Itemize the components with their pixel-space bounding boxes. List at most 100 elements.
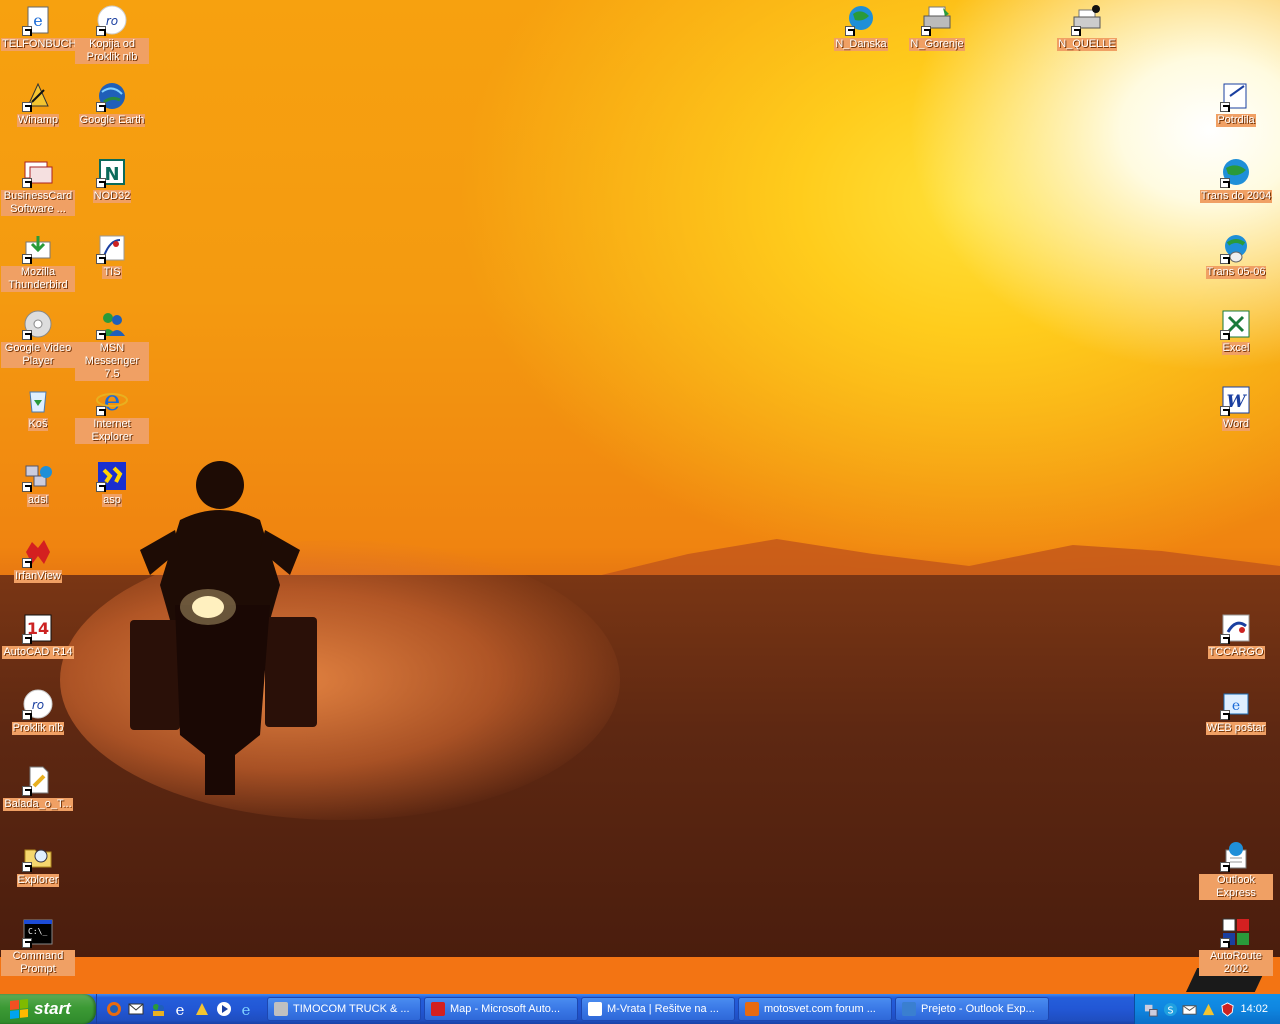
desktop-icon-autocad-r14[interactable]: 14 AutoCAD R14 [0, 610, 76, 659]
autocad-icon: 14 [22, 612, 54, 644]
clock[interactable]: 14:02 [1240, 1003, 1268, 1015]
tray-mail-icon[interactable] [1181, 1001, 1197, 1017]
svg-text:e: e [1232, 698, 1240, 714]
taskbar-button[interactable]: M-Vrata | Rešitve na ... [581, 997, 735, 1021]
desktop-icon-trans-05-06[interactable]: Trans 05-06 [1198, 230, 1274, 279]
shortcut-arrow-icon [1220, 634, 1230, 644]
desktop-icon-potrdila[interactable]: Potrdila [1198, 78, 1274, 127]
desktop-icon-kopija-od-proklik-nlb[interactable]: ro Kopija od Proklik nlb [74, 2, 150, 64]
network-globe-icon [845, 4, 877, 36]
shortcut-arrow-icon [22, 330, 32, 340]
shortcut-arrow-icon [22, 938, 32, 948]
taskbar-button[interactable]: Prejeto - Outlook Exp... [895, 997, 1049, 1021]
nod32-icon: N [96, 156, 128, 188]
desktop-icon-tis[interactable]: TIS [74, 230, 150, 279]
desktop-icon-proklik-nlb[interactable]: ro Proklik nlb [0, 686, 76, 735]
tray-network-icon[interactable] [1143, 1001, 1159, 1017]
proklik-icon: ro [22, 688, 54, 720]
shortcut-arrow-icon [921, 26, 931, 36]
desktop-icon-nod32[interactable]: N NOD32 [74, 154, 150, 203]
desktop-icon-explorer[interactable]: Explorer [0, 838, 76, 887]
excel-icon [1220, 308, 1252, 340]
taskbar-button[interactable]: TIMOCOM TRUCK & ... [267, 997, 421, 1021]
desktop-icon-excel[interactable]: Excel [1198, 306, 1274, 355]
google-earth-icon [96, 80, 128, 112]
wallpaper-motorcycle-rider [130, 461, 317, 795]
desktop-icon-irfanview[interactable]: IrfanView [0, 534, 76, 583]
desktop[interactable]: e TELFONBUCH ro Kopija od Proklik nlb Winamp… [0, 0, 1280, 994]
quick-launch-outlook-icon[interactable] [127, 1000, 145, 1018]
globe-icon [1220, 156, 1252, 188]
desktop-icon-label: N_QUELLE [1057, 38, 1117, 51]
shortcut-arrow-icon [96, 406, 106, 416]
taskbar-button[interactable]: motosvet.com forum ... [738, 997, 892, 1021]
tray-skype-icon[interactable]: S [1162, 1001, 1178, 1017]
desktop-icon-telfonbuch[interactable]: e TELFONBUCH [0, 2, 77, 51]
desktop-icon-trans-do-2004[interactable]: Trans do 2004 [1198, 154, 1274, 203]
desktop-icon-balada-o-t[interactable]: Balada_o_T... [0, 762, 76, 811]
desktop-icon-msn-messenger-7-5[interactable]: MSN Messenger 7.5 [74, 306, 150, 381]
desktop-icon-adsl[interactable]: adsl [0, 458, 76, 507]
winamp-icon [22, 80, 54, 112]
desktop-icon-koš[interactable]: Koš [0, 382, 76, 431]
shortcut-arrow-icon [22, 862, 32, 872]
svg-text:e: e [242, 1001, 251, 1017]
svg-text:ro: ro [106, 14, 118, 28]
desktop-icon-n-quelle[interactable]: N_QUELLE [1049, 2, 1125, 51]
quick-launch-ie-icon[interactable]: e [171, 1000, 189, 1018]
task-label: Map - Microsoft Auto... [450, 1003, 561, 1015]
quick-launch-msn-icon[interactable] [149, 1000, 167, 1018]
shortcut-arrow-icon [22, 558, 32, 568]
task-label: M-Vrata | Rešitve na ... [607, 1003, 719, 1015]
task-app-icon [745, 1002, 759, 1016]
tis-icon [96, 232, 128, 264]
thunderbird-icon [22, 232, 54, 264]
svg-text:N: N [104, 164, 119, 185]
asp-icon [96, 460, 128, 492]
desktop-icon-label: Trans 05-06 [1205, 266, 1267, 279]
quick-launch-ie-alt-icon[interactable]: e [237, 1000, 255, 1018]
shortcut-arrow-icon [22, 786, 32, 796]
desktop-icon-label: Balada_o_T... [3, 798, 73, 811]
desktop-icon-n-danska[interactable]: N_Danska [823, 2, 899, 51]
desktop-icon-businesscard-software[interactable]: BusinessCard Software ... [0, 154, 76, 216]
desktop-icon-n-gorenje[interactable]: N_Gorenje [899, 2, 975, 51]
desktop-icon-word[interactable]: W Word [1198, 382, 1274, 431]
tccargo-icon [1220, 612, 1252, 644]
desktop-icon-asp[interactable]: asp [74, 458, 150, 507]
desktop-icon-label: Internet Explorer [75, 418, 149, 444]
start-button[interactable]: start [0, 994, 96, 1024]
recycle-bin-icon [22, 384, 54, 416]
svg-text:e: e [104, 384, 121, 416]
desktop-icon-label: Koš [27, 418, 49, 431]
desktop-icon-label: Google Earth [78, 114, 146, 127]
desktop-icon-label: Potrdila [1216, 114, 1256, 127]
shortcut-arrow-icon [96, 26, 106, 36]
desktop-icon-web-poštar[interactable]: e WEB poštar [1198, 686, 1274, 735]
desktop-icon-google-earth[interactable]: Google Earth [74, 78, 150, 127]
tray-antivirus-icon[interactable] [1219, 1001, 1235, 1017]
desktop-icon-label: Winamp [16, 114, 60, 127]
quick-launch-winamp-icon[interactable] [193, 1000, 211, 1018]
desktop-icon-internet-explorer[interactable]: e Internet Explorer [74, 382, 150, 444]
desktop-icon-winamp[interactable]: Winamp [0, 78, 76, 127]
desktop-icon-google-video-player[interactable]: Google Video Player [0, 306, 76, 368]
taskbar: start e e TIMOCOM TRUCK & ... Map - Micros… [0, 994, 1280, 1024]
desktop-icon-label: IrfanView [14, 570, 62, 583]
desktop-icon-mozilla-thunderbird[interactable]: Mozilla Thunderbird [0, 230, 76, 292]
shortcut-arrow-icon [96, 482, 106, 492]
task-app-icon [588, 1002, 602, 1016]
desktop-icon-tccargo[interactable]: TCCARGO [1198, 610, 1274, 659]
quick-launch-media-player-icon[interactable] [215, 1000, 233, 1018]
taskbar-button[interactable]: Map - Microsoft Auto... [424, 997, 578, 1021]
shortcut-arrow-icon [845, 26, 855, 36]
desktop-icon-outlook-express[interactable]: Outlook Express [1198, 838, 1274, 900]
task-label: motosvet.com forum ... [764, 1003, 876, 1015]
tray-winamp-icon[interactable] [1200, 1001, 1216, 1017]
system-tray: S 14:02 [1134, 994, 1280, 1024]
quick-launch-firefox-icon[interactable] [105, 1000, 123, 1018]
shortcut-arrow-icon [1220, 406, 1230, 416]
printer-icon [921, 4, 953, 36]
desktop-icon-command-prompt[interactable]: C:\_ Command Prompt [0, 914, 76, 976]
desktop-icon-autoroute-2002[interactable]: AutoRoute 2002 [1198, 914, 1274, 976]
